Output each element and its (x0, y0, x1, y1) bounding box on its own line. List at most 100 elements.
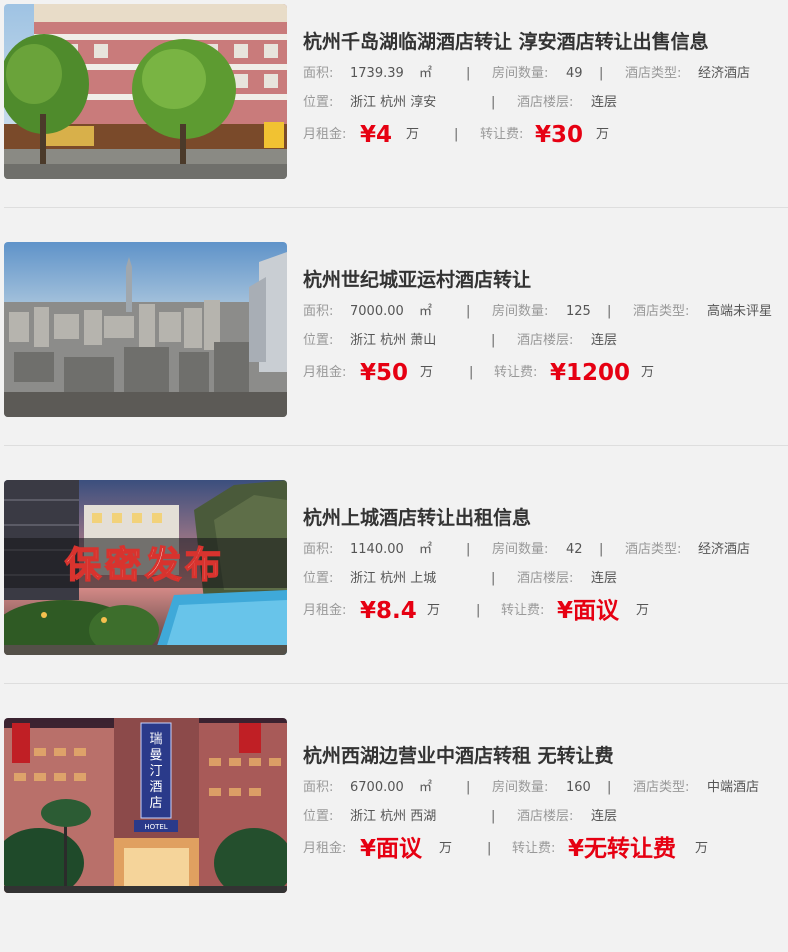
separator: | (491, 333, 496, 348)
transfer-fee-price: ¥面议 (557, 598, 620, 624)
listing-info: 杭州西湖边营业中酒店转租 无转让费 面积: 6700.00 ㎡ | 房间数量: … (303, 743, 788, 867)
listing-row-specs: 面积: 6700.00 ㎡ | 房间数量: 160 | 酒店类型: 中端酒店 (303, 773, 788, 802)
listing-info: 杭州千岛湖临湖酒店转让 淳安酒店转让出售信息 面积: 1739.39 ㎡ | 房… (303, 29, 788, 153)
rooms-label: 房间数量: (492, 542, 549, 557)
hotel-type-label: 酒店类型: (633, 304, 690, 319)
listing-title[interactable]: 杭州千岛湖临湖酒店转让 淳安酒店转让出售信息 (303, 29, 788, 55)
listing-row-price: 月租金: ¥面议 万 | 转让费: ¥无转让费 万 (303, 831, 788, 867)
svg-text:汀: 汀 (149, 764, 162, 779)
svg-text:店: 店 (149, 796, 162, 811)
listing-item[interactable]: 杭州世纪城亚运村酒店转让 面积: 7000.00 ㎡ | 房间数量: 125 |… (0, 238, 788, 476)
floor-label: 酒店楼层: (517, 333, 574, 348)
floor-value: 连层 (591, 333, 618, 348)
separator: | (491, 95, 496, 110)
rooms-label: 房间数量: (492, 304, 549, 319)
area-value: 7000.00 (350, 304, 404, 319)
svg-text:HOTEL: HOTEL (144, 823, 167, 831)
floor-value: 连层 (591, 571, 618, 586)
listing-item[interactable]: 瑞 曼 汀 酒 店 HOTEL 杭州西湖边营业中酒店转租 无转让费 面积: 67… (0, 714, 788, 952)
divider (4, 207, 788, 208)
area-value: 1140.00 (350, 542, 404, 557)
rent-unit: 万 (420, 365, 434, 380)
hotel-listing-list: 杭州千岛湖临湖酒店转让 淳安酒店转让出售信息 面积: 1739.39 ㎡ | 房… (0, 0, 788, 895)
divider (4, 445, 788, 446)
divider (4, 683, 788, 684)
listing-title[interactable]: 杭州上城酒店转让出租信息 (303, 505, 788, 531)
rent-price: ¥8.4 (360, 598, 417, 624)
area-unit: ㎡ (419, 542, 433, 557)
separator: | (454, 127, 459, 142)
listing-row-location: 位置: 浙江 杭州 淳安 | 酒店楼层: 连层 (303, 88, 788, 117)
location-label: 位置: (303, 809, 334, 824)
separator: | (599, 542, 604, 557)
hotel-type-value: 中端酒店 (707, 780, 760, 795)
floor-value: 连层 (591, 809, 618, 824)
listing-row-location: 位置: 浙江 杭州 萧山 | 酒店楼层: 连层 (303, 326, 788, 355)
hotel-type-label: 酒店类型: (625, 66, 682, 81)
listing-photo[interactable] (4, 242, 287, 417)
rent-price: ¥4 (360, 122, 393, 148)
transfer-fee-label: 转让费: (480, 127, 524, 142)
hotel-type-value: 高端未评星 (707, 304, 773, 319)
listing-row-specs: 面积: 1739.39 ㎡ | 房间数量: 49 | 酒店类型: 经济酒店 (303, 59, 788, 88)
area-label: 面积: (303, 304, 334, 319)
listing-title[interactable]: 杭州西湖边营业中酒店转租 无转让费 (303, 743, 788, 769)
separator: | (487, 841, 492, 856)
hotel-type-value: 经济酒店 (698, 542, 751, 557)
transfer-fee-label: 转让费: (512, 841, 556, 856)
floor-label: 酒店楼层: (517, 95, 574, 110)
transfer-fee-unit: 万 (641, 365, 655, 380)
listing-photo[interactable]: 保密发布 (4, 480, 287, 655)
listing-info: 杭州世纪城亚运村酒店转让 面积: 7000.00 ㎡ | 房间数量: 125 |… (303, 267, 788, 391)
listing-title[interactable]: 杭州世纪城亚运村酒店转让 (303, 267, 788, 293)
hotel-type-label: 酒店类型: (633, 780, 690, 795)
separator: | (476, 603, 481, 618)
rent-label: 月租金: (303, 603, 347, 618)
hotel-type-value: 经济酒店 (698, 66, 751, 81)
location-value: 浙江 杭州 西湖 (350, 809, 437, 824)
listing-row-price: 月租金: ¥8.4 万 | 转让费: ¥面议 万 (303, 593, 788, 629)
area-label: 面积: (303, 780, 334, 795)
listing-item[interactable]: 杭州千岛湖临湖酒店转让 淳安酒店转让出售信息 面积: 1739.39 ㎡ | 房… (0, 0, 788, 238)
transfer-fee-price: ¥1200 (550, 360, 631, 386)
area-unit: ㎡ (419, 304, 433, 319)
rent-price: ¥50 (360, 360, 409, 386)
listing-photo[interactable] (4, 4, 287, 179)
separator: | (607, 780, 612, 795)
svg-text:酒: 酒 (149, 780, 162, 795)
location-label: 位置: (303, 333, 334, 348)
listing-row-location: 位置: 浙江 杭州 上城 | 酒店楼层: 连层 (303, 564, 788, 593)
rooms-label: 房间数量: (492, 66, 549, 81)
separator: | (491, 571, 496, 586)
separator: | (599, 66, 604, 81)
rent-unit: 万 (406, 127, 420, 142)
area-label: 面积: (303, 66, 334, 81)
rooms-value: 125 (566, 304, 591, 319)
listing-row-specs: 面积: 1140.00 ㎡ | 房间数量: 42 | 酒店类型: 经济酒店 (303, 535, 788, 564)
area-unit: ㎡ (419, 780, 433, 795)
location-value: 浙江 杭州 淳安 (350, 95, 437, 110)
rent-label: 月租金: (303, 127, 347, 142)
rent-price: ¥面议 (360, 836, 423, 862)
separator: | (466, 304, 471, 319)
transfer-fee-price: ¥30 (535, 122, 584, 148)
transfer-fee-unit: 万 (596, 127, 610, 142)
rent-unit: 万 (439, 841, 453, 856)
location-label: 位置: (303, 95, 334, 110)
location-label: 位置: (303, 571, 334, 586)
transfer-fee-label: 转让费: (501, 603, 545, 618)
listing-item[interactable]: 保密发布 杭州上城酒店转让出租信息 面积: 1140.00 ㎡ | 房间数量: … (0, 476, 788, 714)
location-value: 浙江 杭州 上城 (350, 571, 437, 586)
listing-photo[interactable]: 瑞 曼 汀 酒 店 HOTEL (4, 718, 287, 893)
transfer-fee-unit: 万 (636, 603, 650, 618)
listing-info: 杭州上城酒店转让出租信息 面积: 1140.00 ㎡ | 房间数量: 42 | … (303, 505, 788, 629)
area-value: 6700.00 (350, 780, 404, 795)
separator: | (466, 780, 471, 795)
svg-text:曼: 曼 (149, 748, 162, 763)
transfer-fee-unit: 万 (695, 841, 709, 856)
rent-label: 月租金: (303, 365, 347, 380)
rooms-value: 42 (566, 542, 583, 557)
svg-text:瑞: 瑞 (149, 732, 162, 747)
listing-row-price: 月租金: ¥50 万 | 转让费: ¥1200 万 (303, 355, 788, 391)
location-value: 浙江 杭州 萧山 (350, 333, 437, 348)
